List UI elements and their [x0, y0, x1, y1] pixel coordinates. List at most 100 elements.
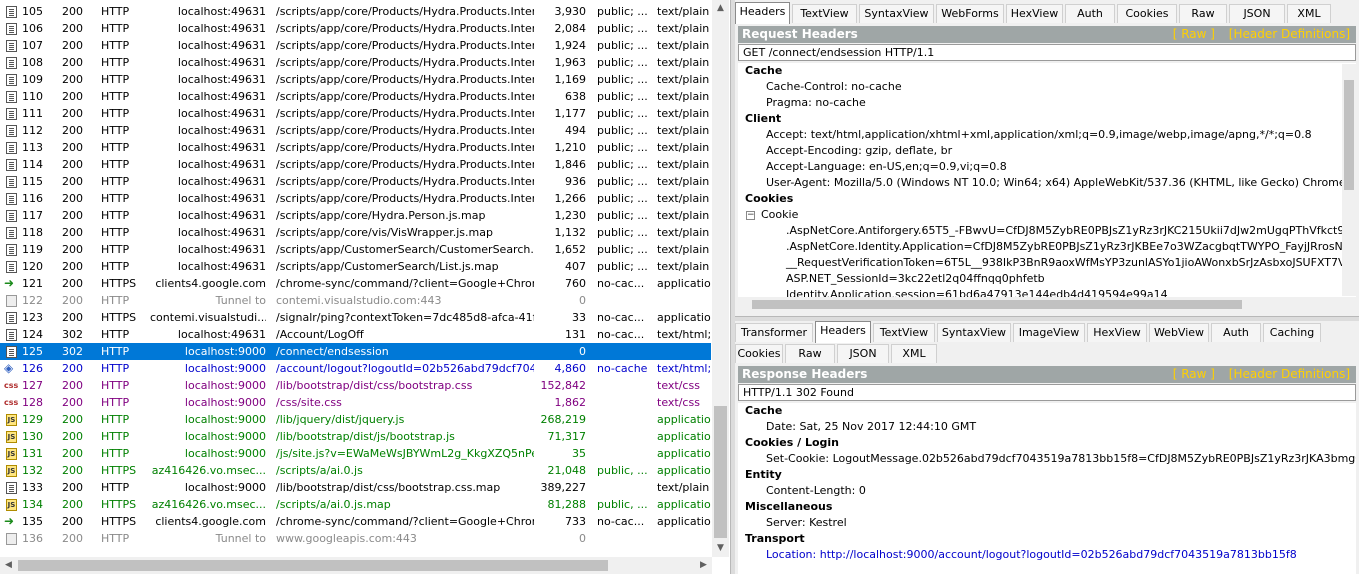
session-row[interactable]: JS 132 200 HTTPS az416426.vo.msec... /scripts…: [0, 462, 711, 479]
tab-json[interactable]: JSON: [1229, 4, 1285, 23]
session-row[interactable]: 133 200 HTTP localhost:9000/lib/bootstrap/d…: [0, 479, 711, 496]
tab-syntaxview[interactable]: SyntaxView: [859, 4, 934, 23]
cookie-item[interactable]: ASP.NET_SessionId=3kc22etl2q04ffnqq0phfe…: [738, 271, 1356, 287]
tab-xml[interactable]: XML: [1287, 4, 1331, 23]
session-row[interactable]: 110 200 HTTP localhost:49631/scripts/app/co…: [0, 88, 711, 105]
session-row[interactable]: 115 200 HTTP localhost:49631/scripts/app/co…: [0, 173, 711, 190]
scroll-right-arrow-icon[interactable]: ▶: [695, 557, 712, 574]
cookie-item[interactable]: .AspNetCore.Antiforgery.65T5_-FBwvU=CfDJ…: [738, 223, 1356, 239]
session-row[interactable]: 108 200 HTTP localhost:49631/scripts/app/co…: [0, 54, 711, 71]
tab-xml[interactable]: XML: [891, 344, 937, 363]
scrollbar-thumb[interactable]: [752, 300, 1242, 309]
header-item[interactable]: Content-Length: 0: [738, 483, 1356, 499]
header-item[interactable]: Accept-Language: en-US,en;q=0.9,vi;q=0.8: [738, 159, 1356, 175]
session-row[interactable]: 120 200 HTTP localhost:49631/scripts/app/Cu…: [0, 258, 711, 275]
response-raw-link[interactable]: [ Raw ]: [1173, 367, 1215, 381]
session-row[interactable]: 125 302 HTTP localhost:9000/connect/endsess…: [0, 343, 711, 360]
scrollbar-thumb[interactable]: [1344, 80, 1354, 190]
tab-headers[interactable]: Headers: [815, 321, 871, 343]
session-list-horizontal-scrollbar[interactable]: ◀ ▶: [0, 557, 712, 574]
tab-headers[interactable]: Headers: [735, 2, 790, 24]
header-item[interactable]: Accept: text/html,application/xhtml+xml,…: [738, 127, 1356, 143]
session-row[interactable]: JS 134 200 HTTPS az416426.vo.msec... /scripts…: [0, 496, 711, 513]
session-row[interactable]: 112 200 HTTP localhost:49631/scripts/app/co…: [0, 122, 711, 139]
cookie-item[interactable]: Identity.Application.session=61bd6a47913…: [738, 287, 1356, 297]
session-row[interactable]: 107 200 HTTP localhost:49631/scripts/app/co…: [0, 37, 711, 54]
session-row[interactable]: JS 129 200 HTTP localhost:9000/lib/jquery/di…: [0, 411, 711, 428]
request-headers-vertical-scrollbar[interactable]: [1342, 64, 1356, 296]
session-row[interactable]: 122 200 HTTP Tunnel to contemi.visualstudio.…: [0, 292, 711, 309]
session-row[interactable]: css 127 200 HTTP localhost:9000/lib/bootstra…: [0, 377, 711, 394]
tab-auth[interactable]: Auth: [1211, 323, 1261, 342]
tab-imageview[interactable]: ImageView: [1013, 323, 1085, 342]
tab-webforms[interactable]: WebForms: [936, 4, 1004, 23]
header-item[interactable]: Cache-Control: no-cache: [738, 79, 1356, 95]
header-group[interactable]: Cache: [738, 403, 1356, 419]
session-row[interactable]: 119 200 HTTP localhost:49631/scripts/app/Cu…: [0, 241, 711, 258]
session-row[interactable]: JS 131 200 HTTP localhost:9000/js/site.js?v=…: [0, 445, 711, 462]
session-row[interactable]: 105 200 HTTP localhost:49631/scripts/app/co…: [0, 3, 711, 20]
tab-textview[interactable]: TextView: [873, 323, 935, 342]
session-row[interactable]: 111 200 HTTP localhost:49631/scripts/app/co…: [0, 105, 711, 122]
session-row[interactable]: 123 200 HTTPS contemi.visualstudi... /signal…: [0, 309, 711, 326]
header-item[interactable]: Accept-Encoding: gzip, deflate, br: [738, 143, 1356, 159]
scrollbar-thumb[interactable]: [18, 560, 608, 571]
scroll-up-arrow-icon[interactable]: ▲: [712, 0, 729, 17]
tab-webview[interactable]: WebView: [1149, 323, 1209, 342]
tab-hexview[interactable]: HexView: [1087, 323, 1147, 342]
session-list[interactable]: 105 200 HTTP localhost:49631/scripts/app/co…: [0, 0, 730, 574]
header-group[interactable]: Entity: [738, 467, 1356, 483]
header-group[interactable]: Client: [738, 111, 1356, 127]
header-item[interactable]: User-Agent: Mozilla/5.0 (Windows NT 10.0…: [738, 175, 1356, 191]
session-list-vertical-scrollbar[interactable]: ▲ ▼: [712, 0, 729, 557]
session-row[interactable]: 106 200 HTTP localhost:49631/scripts/app/co…: [0, 20, 711, 37]
tab-syntaxview[interactable]: SyntaxView: [937, 323, 1011, 342]
session-row[interactable]: 124 302 HTTP localhost:49631/Account/LogOff…: [0, 326, 711, 343]
header-item[interactable]: Set-Cookie: LogoutMessage.02b526abd79dcf…: [738, 451, 1356, 467]
request-headers-horizontal-scrollbar[interactable]: [738, 297, 1342, 312]
session-row[interactable]: 109 200 HTTP localhost:49631/scripts/app/co…: [0, 71, 711, 88]
scrollbar-thumb[interactable]: [714, 406, 727, 538]
tab-json[interactable]: JSON: [837, 344, 889, 363]
location-link[interactable]: Location: http://localhost:9000/account/…: [738, 547, 1356, 563]
header-group[interactable]: Cookies: [738, 191, 1356, 207]
tab-raw[interactable]: Raw: [785, 344, 835, 363]
tab-textview[interactable]: TextView: [792, 4, 857, 23]
tab-hexview[interactable]: HexView: [1006, 4, 1063, 23]
header-group[interactable]: Transport: [738, 531, 1356, 547]
tab-raw[interactable]: Raw: [1179, 4, 1227, 23]
session-row[interactable]: 116 200 HTTP localhost:49631/scripts/app/co…: [0, 190, 711, 207]
scroll-down-arrow-icon[interactable]: ▼: [712, 540, 729, 557]
collapse-icon[interactable]: −: [746, 210, 755, 220]
tab-cookies[interactable]: Cookies: [1117, 4, 1177, 23]
session-row[interactable]: 118 200 HTTP localhost:49631/scripts/app/co…: [0, 224, 711, 241]
header-group[interactable]: Cookies / Login: [738, 435, 1356, 451]
tab-cookies[interactable]: Cookies: [735, 344, 783, 363]
cookie-node[interactable]: − Cookie: [738, 207, 1356, 223]
cookie-item[interactable]: __RequestVerificationToken=6T5L__938IkP3…: [738, 255, 1356, 271]
header-item[interactable]: Server: Kestrel: [738, 515, 1356, 531]
session-row[interactable]: ◈ 126 200 HTTP localhost:9000/account/logout…: [0, 360, 711, 377]
session-row[interactable]: JS 130 200 HTTP localhost:9000/lib/bootstrap…: [0, 428, 711, 445]
cookie-item[interactable]: .AspNetCore.Identity.Application=CfDJ8M5…: [738, 239, 1356, 255]
scroll-left-arrow-icon[interactable]: ◀: [0, 557, 17, 574]
session-row[interactable]: ➜ 121 200 HTTPS clients4.google.com/chrome-s…: [0, 275, 711, 292]
response-header-definitions-link[interactable]: [Header Definitions]: [1229, 367, 1350, 381]
tab-auth[interactable]: Auth: [1065, 4, 1115, 23]
session-row[interactable]: 113 200 HTTP localhost:49631/scripts/app/co…: [0, 139, 711, 156]
tab-transformer[interactable]: Transformer: [735, 323, 813, 342]
session-row[interactable]: css 128 200 HTTP localhost:9000/css/site.css…: [0, 394, 711, 411]
session-row[interactable]: 117 200 HTTP localhost:49631/scripts/app/co…: [0, 207, 711, 224]
session-row[interactable]: 114 200 HTTP localhost:49631/scripts/app/co…: [0, 156, 711, 173]
header-group[interactable]: Miscellaneous: [738, 499, 1356, 515]
request-raw-link[interactable]: [ Raw ]: [1173, 27, 1215, 41]
session-number: 115: [22, 175, 43, 188]
header-group[interactable]: Cache: [738, 63, 1356, 79]
request-header-definitions-link[interactable]: [Header Definitions]: [1229, 27, 1350, 41]
header-item[interactable]: Pragma: no-cache: [738, 95, 1356, 111]
tab-caching[interactable]: Caching: [1263, 323, 1321, 342]
session-row[interactable]: 136 200 HTTP Tunnel to www.googleapis.com:44…: [0, 530, 711, 547]
session-url: /scripts/app/core/Products/Hydra.Product…: [276, 124, 534, 137]
session-row[interactable]: ➜ 135 200 HTTPS clients4.google.com/chrome-s…: [0, 513, 711, 530]
header-item[interactable]: Date: Sat, 25 Nov 2017 12:44:10 GMT: [738, 419, 1356, 435]
